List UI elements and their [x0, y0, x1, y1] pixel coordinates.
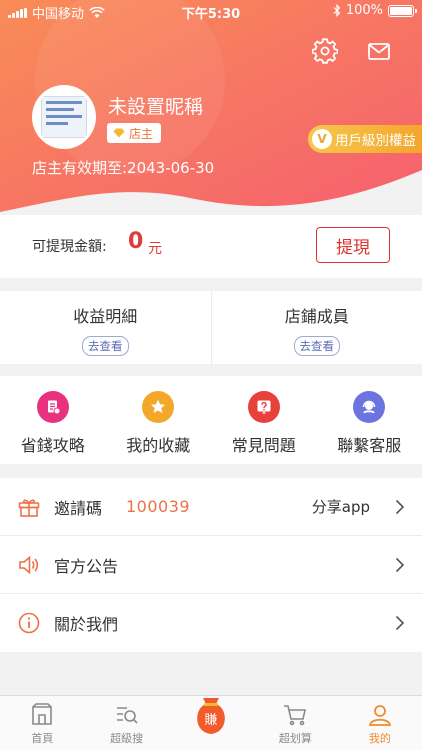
level-pill-label: 用戶級別權益	[335, 133, 416, 149]
shortcut-customer-service[interactable]: 聯繫客服	[317, 376, 422, 464]
invite-code: 100039	[126, 497, 191, 516]
expiry-date: 店主有效期至:2043-06-30	[32, 159, 215, 177]
tab-label: 首頁	[31, 732, 54, 745]
user-nickname[interactable]: 未設置昵稱	[108, 92, 203, 119]
shortcut-label: 我的收藏	[126, 436, 191, 455]
tab-mine[interactable]: 我的	[338, 696, 422, 750]
user-icon	[368, 705, 391, 726]
invite-code-row[interactable]: 邀請碼 100039 分享app	[0, 478, 422, 536]
card-title: 收益明細	[73, 307, 138, 326]
row-label: 關於我們	[54, 615, 119, 634]
bottom-tab-bar: 首頁 超級搜 賺 超划算 我的	[0, 695, 422, 750]
balance-amount: 0	[128, 229, 144, 254]
speaker-icon	[19, 555, 39, 575]
chevron-right-icon	[395, 499, 405, 515]
home-icon	[32, 703, 53, 725]
star-icon	[142, 391, 175, 423]
info-icon	[18, 612, 40, 634]
view-button[interactable]: 去查看	[82, 336, 129, 356]
row-label: 邀請碼	[54, 498, 103, 518]
money-bag-icon: 賺	[197, 698, 225, 734]
tab-earn[interactable]: 賺	[169, 696, 253, 750]
shortcut-grid: 省錢攻略 我的收藏 常見問題 聯繫客服	[0, 376, 422, 464]
avatar-image	[41, 96, 87, 138]
summary-cards: 收益明細 去查看 店鋪成員 去查看	[0, 291, 422, 364]
mail-icon[interactable]	[366, 38, 392, 64]
official-notice-row[interactable]: 官方公告	[0, 536, 422, 594]
earn-glyph: 賺	[205, 712, 218, 728]
tab-super-search[interactable]: 超級搜	[84, 696, 168, 750]
balance-section: 可提現金額: 0 元 提現	[0, 215, 422, 278]
shop-members-card[interactable]: 店鋪成員 去查看	[210, 291, 422, 364]
bluetooth-icon	[333, 4, 341, 17]
headset-icon	[353, 391, 386, 423]
search-icon	[116, 707, 138, 724]
diamond-icon	[113, 128, 125, 138]
view-button[interactable]: 去查看	[293, 336, 340, 356]
shortcut-label: 常見問題	[231, 436, 296, 455]
shortcut-favorites[interactable]: 我的收藏	[106, 376, 212, 464]
shortcut-saving-guide[interactable]: 省錢攻略	[0, 376, 106, 464]
role-badge-label: 店主	[129, 126, 154, 141]
status-bar: 中国移动 下午5:30 100%	[0, 0, 422, 22]
earnings-detail-card[interactable]: 收益明細 去查看	[0, 291, 211, 364]
tab-super-deal[interactable]: 超划算	[253, 696, 337, 750]
battery-icon	[388, 4, 417, 17]
shortcut-label: 聯繫客服	[337, 436, 402, 455]
about-us-row[interactable]: 關於我們	[0, 594, 422, 652]
role-badge: 店主	[107, 123, 162, 143]
gear-icon[interactable]	[311, 38, 339, 64]
row-label: 官方公告	[54, 556, 119, 576]
balance-label: 可提現金額:	[32, 239, 107, 255]
chevron-right-icon	[395, 557, 405, 573]
menu-list: 邀請碼 100039 分享app 官方公告 關於我們	[0, 478, 422, 652]
tab-label: 我的	[368, 732, 391, 745]
tab-label: 超划算	[278, 732, 312, 745]
balance-unit: 元	[148, 241, 162, 257]
profile-header: 中国移动 下午5:30 100% 未設置昵稱 店主 店主有效期至:2043-06…	[0, 0, 422, 215]
withdraw-button[interactable]: 提現	[316, 227, 390, 263]
battery-percent: 100%	[345, 3, 383, 18]
chevron-right-icon	[395, 615, 405, 631]
cart-icon	[284, 705, 307, 726]
vip-icon: V	[312, 129, 332, 149]
shortcut-faq[interactable]: 常見問題	[211, 376, 317, 464]
coupon-icon	[36, 391, 69, 423]
card-title: 店鋪成員	[284, 307, 349, 326]
tab-home[interactable]: 首頁	[0, 696, 84, 750]
question-icon	[247, 391, 280, 423]
shortcut-label: 省錢攻略	[20, 436, 85, 455]
user-level-benefits-button[interactable]: V 用戶級別權益	[308, 125, 422, 153]
avatar[interactable]	[32, 85, 96, 149]
tab-label: 超級搜	[110, 732, 144, 745]
share-app-link[interactable]: 分享app	[312, 496, 370, 517]
gift-icon	[18, 499, 40, 517]
